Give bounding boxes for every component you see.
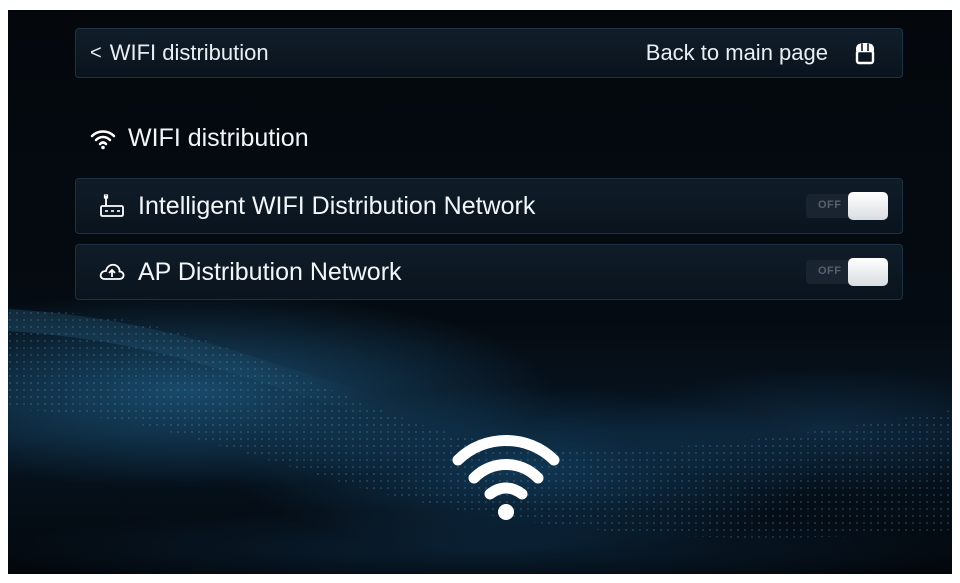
chevron-left-icon: < (90, 42, 102, 64)
setting-row-ap-distribution: AP Distribution Network OFF (75, 244, 903, 300)
toggle-ap-distribution[interactable]: OFF (806, 258, 888, 286)
screen: < WIFI distribution Back to main page WI… (8, 10, 952, 574)
setting-row-intelligent-wifi: Intelligent WIFI Distribution Network OF… (75, 178, 903, 234)
setting-label-ap-distribution: AP Distribution Network (138, 257, 402, 286)
wifi-icon (452, 435, 560, 520)
toggle-intelligent-wifi[interactable]: OFF (806, 192, 888, 220)
section-title: WIFI distribution (90, 124, 309, 153)
top-navigation-bar: < WIFI distribution Back to main page (75, 28, 903, 78)
toggle-knob (848, 258, 888, 286)
home-icon (855, 43, 875, 65)
toggle-state-label: OFF (818, 265, 842, 277)
toggle-state-label: OFF (818, 199, 842, 211)
back-to-main-page-label: Back to main page (645, 40, 828, 65)
cloud-upload-icon (99, 263, 125, 280)
setting-label-intelligent-wifi: Intelligent WIFI Distribution Network (138, 191, 536, 220)
section-title-label: WIFI distribution (128, 124, 309, 152)
router-icon (100, 194, 124, 217)
wifi-icon (90, 129, 116, 149)
toggle-knob (848, 192, 888, 220)
back-button-label: WIFI distribution (109, 40, 269, 65)
back-button[interactable]: < WIFI distribution (90, 40, 269, 66)
back-to-main-page-button[interactable]: Back to main page (646, 40, 878, 66)
